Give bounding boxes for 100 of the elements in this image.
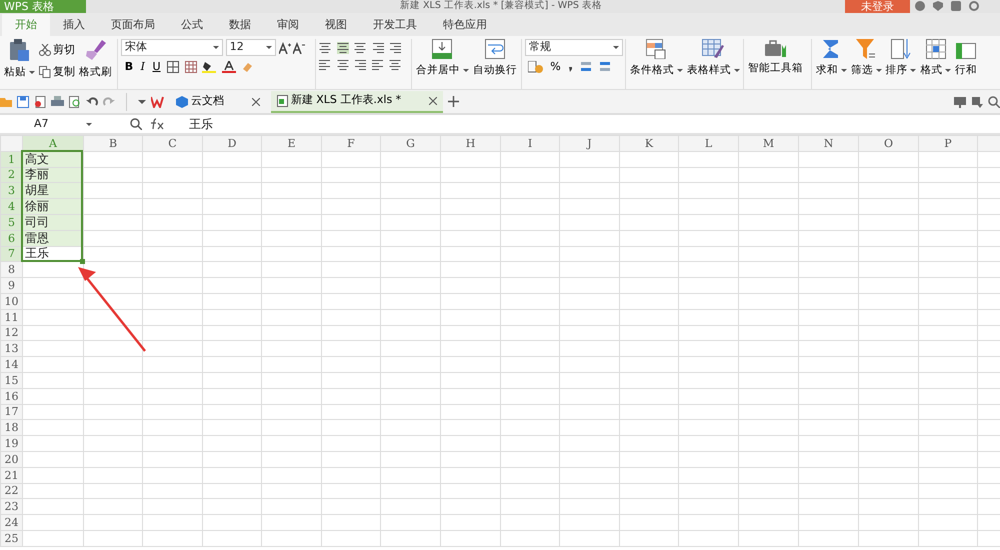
decrease-font-icon[interactable] <box>293 42 306 54</box>
zoom-icon[interactable] <box>130 118 142 130</box>
column-header[interactable]: N <box>798 136 858 152</box>
row-header[interactable]: 21 <box>0 467 22 484</box>
screen-icon[interactable] <box>954 96 966 108</box>
column-header[interactable]: D <box>202 136 262 152</box>
row-header[interactable]: 9 <box>0 278 22 294</box>
print-icon[interactable] <box>51 96 64 108</box>
column-header[interactable]: A <box>22 136 84 152</box>
save-icon[interactable] <box>17 96 29 108</box>
export-icon[interactable] <box>34 96 46 108</box>
merge-center-button[interactable]: 合并居中 <box>415 39 470 79</box>
column-header[interactable]: L <box>678 136 738 152</box>
number-format-dropdown[interactable]: 常规 <box>525 39 623 56</box>
outdent-icon[interactable] <box>389 42 401 54</box>
ribbon-tab[interactable]: 视图 <box>312 14 360 36</box>
align-bottom-icon[interactable] <box>354 42 366 54</box>
row-header[interactable]: 8 <box>0 262 22 278</box>
rows-columns-button[interactable]: 行和 <box>954 39 978 79</box>
cut-button[interactable]: 剪切 <box>38 42 76 58</box>
align-middle-icon[interactable] <box>336 42 348 54</box>
ribbon-tab[interactable]: 公式 <box>168 14 216 36</box>
row-header[interactable]: 15 <box>0 372 22 388</box>
format-painter-button[interactable]: 格式刷 <box>78 39 113 81</box>
increase-font-icon[interactable] <box>278 42 290 54</box>
row-header[interactable]: 19 <box>0 436 22 452</box>
ribbon-tab[interactable]: 页面布局 <box>98 14 168 36</box>
close-icon[interactable] <box>252 98 260 106</box>
align-top-icon[interactable] <box>319 42 331 54</box>
undo-icon[interactable] <box>86 96 98 108</box>
column-header[interactable]: E <box>262 136 322 152</box>
print-preview-icon[interactable] <box>69 96 81 108</box>
font-name-dropdown[interactable]: 宋体 <box>121 39 223 56</box>
ribbon-tab[interactable]: 特色应用 <box>430 14 500 36</box>
column-header[interactable]: B <box>84 136 142 152</box>
justify-icon[interactable] <box>372 59 384 72</box>
login-button[interactable]: 未登录 <box>845 0 910 13</box>
document-tab[interactable]: 新建 XLS 工作表.xls * <box>271 90 443 112</box>
align-right-icon[interactable] <box>354 59 366 72</box>
flag-icon[interactable] <box>971 96 983 108</box>
column-header[interactable]: M <box>738 136 798 152</box>
decrease-decimal-icon[interactable] <box>598 61 612 73</box>
row-header[interactable]: 14 <box>0 356 22 372</box>
row-header[interactable]: 16 <box>0 388 22 404</box>
underline-button[interactable]: U <box>152 58 162 76</box>
percent-button[interactable]: % <box>549 58 562 76</box>
column-header[interactable]: K <box>620 136 678 152</box>
indent-icon[interactable] <box>372 42 384 54</box>
ribbon-tab[interactable]: 开发工具 <box>360 14 430 36</box>
fill-handle[interactable] <box>80 259 85 264</box>
align-left-icon[interactable] <box>319 59 331 72</box>
document-tab[interactable]: 云文档 <box>170 90 266 112</box>
column-header[interactable]: C <box>142 136 202 152</box>
paste-button[interactable]: 粘贴 <box>3 39 36 81</box>
function-icon[interactable] <box>150 118 166 130</box>
bold-button[interactable]: B <box>124 58 134 76</box>
ribbon-tab[interactable]: 插入 <box>50 14 98 36</box>
close-icon[interactable] <box>429 96 437 104</box>
wrap-text-button[interactable]: 自动换行 <box>472 39 518 79</box>
row-header[interactable]: 25 <box>0 530 22 546</box>
row-header[interactable]: 11 <box>0 309 22 326</box>
column-header[interactable]: O <box>858 136 918 152</box>
row-header[interactable]: 18 <box>0 420 22 436</box>
sum-button[interactable]: 求和 <box>815 39 848 79</box>
row-header[interactable]: 10 <box>0 293 22 310</box>
grid-style-icon[interactable] <box>184 61 197 73</box>
font-color-icon[interactable] <box>222 61 236 73</box>
align-center-icon[interactable] <box>336 59 348 72</box>
row-header[interactable]: 24 <box>0 514 22 530</box>
circle-icon[interactable] <box>915 1 925 11</box>
fill-color-icon[interactable] <box>202 61 216 73</box>
ribbon-tab[interactable]: 开始 <box>2 14 50 36</box>
border-icon[interactable] <box>167 61 180 73</box>
column-header[interactable]: P <box>918 136 978 152</box>
conditional-format-button[interactable]: 条件格式 <box>629 39 684 79</box>
row-header[interactable]: 17 <box>0 404 22 420</box>
font-size-dropdown[interactable]: 12 <box>226 39 276 56</box>
increase-decimal-icon[interactable] <box>578 61 593 73</box>
column-header[interactable]: H <box>440 136 500 152</box>
row-header[interactable]: 20 <box>0 451 22 468</box>
column-header[interactable]: F <box>322 136 380 152</box>
column-header[interactable]: I <box>500 136 560 152</box>
row-header[interactable]: 13 <box>0 340 22 357</box>
row-header[interactable]: 22 <box>0 483 22 499</box>
row-header[interactable]: 12 <box>0 325 22 341</box>
shield-icon[interactable] <box>933 1 943 11</box>
sort-button[interactable]: 排序 <box>884 39 918 79</box>
ribbon-tab[interactable]: 审阅 <box>264 14 312 36</box>
row-header[interactable]: 23 <box>0 498 22 515</box>
format-button[interactable]: 格式 <box>919 39 952 79</box>
copy-button[interactable]: 复制 <box>38 64 76 80</box>
ribbon-tab[interactable]: 数据 <box>216 14 264 36</box>
distribute-icon[interactable] <box>389 59 401 72</box>
add-tab-icon[interactable] <box>448 96 459 107</box>
italic-button[interactable]: I <box>140 58 146 76</box>
filter-button[interactable]: 筛选 <box>850 39 882 79</box>
column-header[interactable]: G <box>380 136 440 152</box>
smart-toolbox-button[interactable]: 智能工具箱 <box>747 39 804 77</box>
column-header[interactable]: J <box>560 136 620 152</box>
cell-reference-box[interactable]: A7 <box>0 115 98 133</box>
